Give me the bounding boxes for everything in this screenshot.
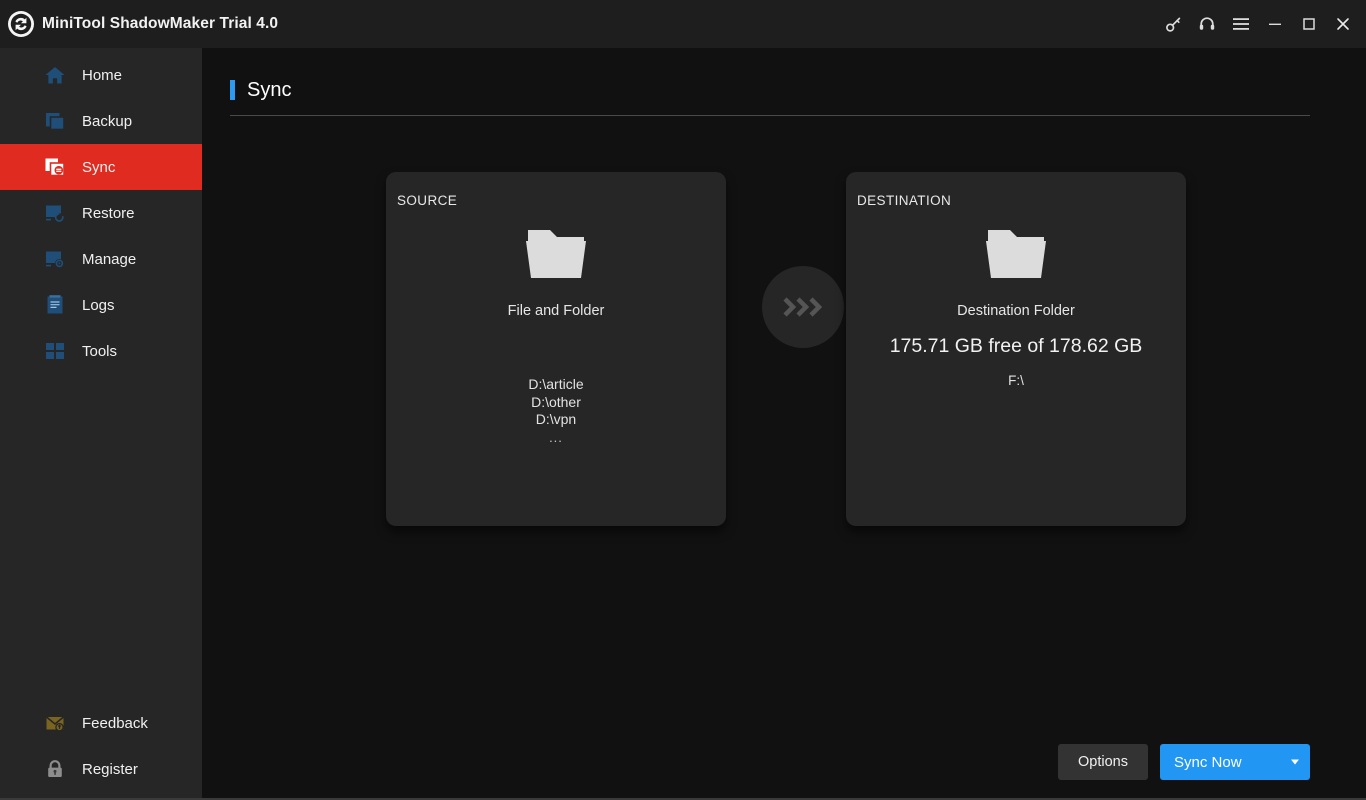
manage-icon bbox=[44, 248, 66, 270]
source-path-item: D:\vpn bbox=[535, 411, 577, 427]
source-path-item: D:\article bbox=[528, 376, 584, 392]
maximize-icon[interactable] bbox=[1292, 7, 1326, 41]
sync-icon bbox=[44, 156, 66, 178]
action-bar: Options Sync Now bbox=[1058, 744, 1310, 780]
restore-icon bbox=[44, 202, 66, 224]
transfer-direction-indicator bbox=[762, 266, 844, 348]
sidebar-item-label: Register bbox=[82, 760, 138, 778]
sidebar-item-label: Feedback bbox=[82, 714, 148, 732]
source-path-ellipsis: ... bbox=[549, 429, 563, 445]
title-accent-bar bbox=[230, 80, 235, 100]
triple-chevron-right-icon bbox=[781, 294, 825, 320]
lock-icon bbox=[44, 758, 66, 780]
app-body: Home Backup Sync Restore Manage Logs Too… bbox=[0, 48, 1366, 798]
hamburger-icon[interactable] bbox=[1224, 7, 1258, 41]
sidebar-item-label: Sync bbox=[82, 158, 116, 176]
home-icon bbox=[44, 64, 66, 86]
source-kind: File and Folder bbox=[507, 303, 605, 319]
sidebar-item-backup[interactable]: Backup bbox=[0, 98, 202, 144]
source-paths-wrap: D:\article D:\other D:\vpn ... bbox=[528, 369, 583, 446]
sidebar: Home Backup Sync Restore Manage Logs Too… bbox=[0, 48, 202, 798]
feedback-envelope-icon bbox=[44, 712, 66, 734]
destination-panel[interactable]: DESTINATION Destination Folder 175.71 GB… bbox=[846, 172, 1186, 526]
sidebar-item-register[interactable]: Register bbox=[0, 746, 202, 792]
logs-icon bbox=[44, 294, 66, 316]
sidebar-bottom-nav: Feedback Register bbox=[0, 700, 202, 798]
title-bar: MiniTool ShadowMaker Trial 4.0 bbox=[0, 0, 1366, 48]
sidebar-nav: Home Backup Sync Restore Manage Logs Too… bbox=[0, 52, 202, 374]
sidebar-item-label: Restore bbox=[82, 204, 135, 222]
sidebar-item-manage[interactable]: Manage bbox=[0, 236, 202, 282]
app-title: MiniTool ShadowMaker Trial 4.0 bbox=[42, 15, 279, 32]
sync-panels: SOURCE File and Folder D:\article D:\oth… bbox=[386, 172, 1186, 532]
sync-circle-logo-icon bbox=[6, 9, 36, 39]
sync-now-button[interactable]: Sync Now bbox=[1160, 744, 1310, 780]
key-icon[interactable] bbox=[1156, 7, 1190, 41]
sidebar-item-restore[interactable]: Restore bbox=[0, 190, 202, 236]
sidebar-item-tools[interactable]: Tools bbox=[0, 328, 202, 374]
minimize-icon[interactable] bbox=[1258, 7, 1292, 41]
destination-free-space: 175.71 GB free of 178.62 GB bbox=[889, 335, 1143, 357]
folder-icon bbox=[980, 224, 1052, 286]
sidebar-item-label: Home bbox=[82, 66, 123, 84]
sidebar-item-label: Tools bbox=[82, 342, 118, 360]
source-panel[interactable]: SOURCE File and Folder D:\article D:\oth… bbox=[386, 172, 726, 526]
main-content: Sync SOURCE File and Folder D:\article D… bbox=[202, 48, 1366, 798]
folder-icon bbox=[520, 224, 592, 286]
page-header: Sync bbox=[230, 80, 1310, 116]
destination-panel-body: Destination Folder 175.71 GB free of 178… bbox=[846, 224, 1186, 388]
sidebar-item-label: Manage bbox=[82, 250, 137, 268]
destination-panel-label: DESTINATION bbox=[857, 193, 952, 208]
destination-kind: Destination Folder bbox=[957, 303, 1075, 319]
options-button[interactable]: Options bbox=[1058, 744, 1148, 780]
source-panel-body: File and Folder D:\article D:\other D:\v… bbox=[386, 224, 726, 446]
sync-now-label: Sync Now bbox=[1174, 753, 1242, 771]
sidebar-item-home[interactable]: Home bbox=[0, 52, 202, 98]
source-panel-label: SOURCE bbox=[397, 193, 458, 208]
destination-drive: F:\ bbox=[1008, 373, 1024, 388]
backup-icon bbox=[44, 110, 66, 132]
close-icon[interactable] bbox=[1326, 7, 1360, 41]
page-title-row: Sync bbox=[230, 80, 1310, 100]
sidebar-item-label: Logs bbox=[82, 296, 115, 314]
sidebar-item-feedback[interactable]: Feedback bbox=[0, 700, 202, 746]
sidebar-item-sync[interactable]: Sync bbox=[0, 144, 202, 190]
source-paths: D:\article D:\other D:\vpn ... bbox=[528, 376, 583, 446]
tools-icon bbox=[44, 340, 66, 362]
app-window: MiniTool ShadowMaker Trial 4.0 Home Back… bbox=[0, 0, 1366, 800]
title-divider bbox=[230, 115, 1310, 116]
source-path-item: D:\other bbox=[531, 393, 581, 410]
sidebar-item-label: Backup bbox=[82, 112, 133, 130]
page-title: Sync bbox=[247, 79, 292, 101]
caret-down-icon[interactable] bbox=[1291, 759, 1299, 765]
sidebar-item-logs[interactable]: Logs bbox=[0, 282, 202, 328]
headset-icon[interactable] bbox=[1190, 7, 1224, 41]
